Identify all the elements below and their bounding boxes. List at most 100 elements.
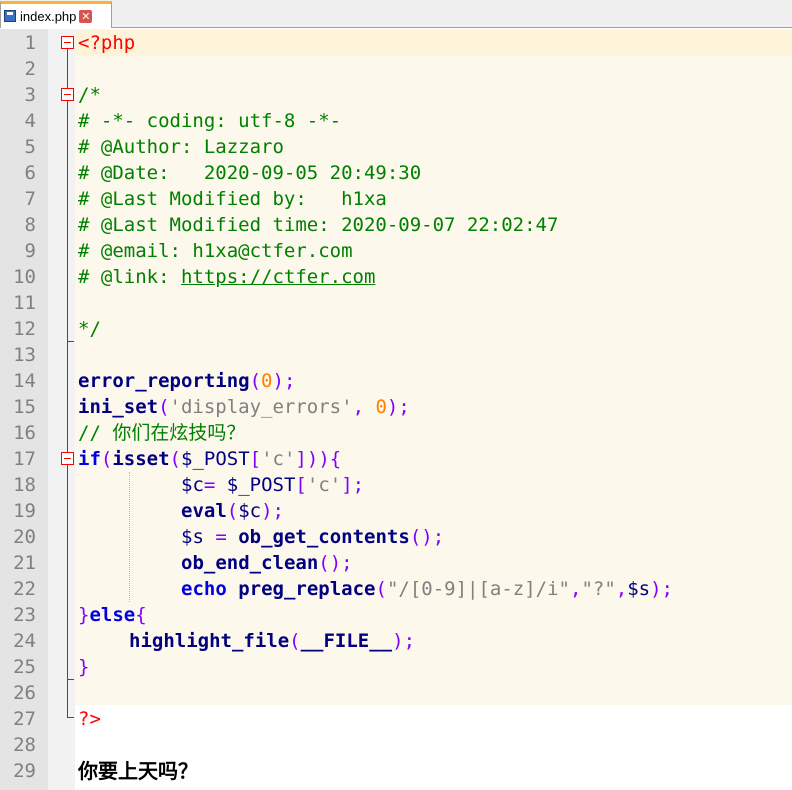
line-number: 5 (24, 136, 36, 158)
code-line: 12 */ (0, 316, 792, 342)
line-number: 8 (24, 214, 36, 236)
line-number: 17 (13, 448, 36, 470)
variable: $s (181, 526, 204, 548)
operator: = (203, 474, 227, 496)
code-line: 11 (0, 290, 792, 316)
paren: ); (272, 370, 296, 392)
line-number: 18 (13, 474, 36, 496)
comment-link[interactable]: https://ctfer.com (181, 266, 375, 288)
line-number: 6 (24, 162, 36, 184)
function-name: eval (181, 500, 227, 522)
comment-text: # @link: https://ctfer.com (78, 264, 375, 290)
code-statement: $c= $_POST['c']; (181, 472, 364, 498)
tab-bar: index.php ✕ (0, 0, 792, 28)
code-line: 4 # -*- coding: utf-8 -*- (0, 108, 792, 134)
variable: $c (181, 474, 204, 496)
function-name: error_reporting (78, 370, 250, 392)
code-line: 9 # @email: h1xa@ctfer.com (0, 238, 792, 264)
comma: , (352, 396, 376, 418)
line-number: 1 (24, 32, 36, 54)
line-number: 13 (13, 344, 36, 366)
code-line: 15 ini_set('display_errors', 0); (0, 394, 792, 420)
line-number: 24 (13, 630, 36, 652)
number-literal: 0 (261, 370, 273, 392)
close-icon[interactable]: ✕ (79, 9, 93, 23)
paren: ( (100, 448, 113, 470)
variable: $c (238, 500, 262, 522)
line-number: 15 (13, 396, 36, 418)
line-number: 7 (24, 188, 36, 210)
line-number: 4 (24, 110, 36, 132)
code-line: 8 # @Last Modified time: 2020-09-07 22:0… (0, 212, 792, 238)
string-literal: "?" (581, 578, 616, 600)
function-name: highlight_file (129, 630, 290, 652)
string-literal: "/[0-9]|[a-z]/i" (386, 578, 570, 600)
php-close-tag: ?> (78, 708, 101, 730)
bracket: [ (249, 448, 262, 470)
code-line: 21 ob_end_clean(); (0, 550, 792, 576)
paren: ( (226, 500, 239, 522)
save-icon (4, 10, 16, 22)
code-line: 19 eval($c); (0, 498, 792, 524)
paren: ( (375, 578, 387, 600)
paren: (); (409, 526, 445, 548)
bracket: ] (295, 448, 307, 470)
variable: $_POST (181, 448, 250, 470)
line-number: 3 (24, 84, 36, 106)
paren: ( (169, 448, 181, 470)
comment-text: # @Date: 2020-09-05 20:49:30 (78, 162, 422, 184)
line-number: 2 (24, 58, 36, 80)
comment-text: /* (78, 84, 101, 106)
tab-label: index.php (20, 8, 77, 24)
comma: , (615, 578, 628, 600)
comment-text: # @Last Modified time: 2020-09-07 22:02:… (78, 214, 559, 236)
line-number: 27 (13, 708, 36, 730)
string-literal: 'c' (261, 448, 296, 470)
code-line: 20 $s = ob_get_contents(); (0, 524, 792, 550)
code-line: 27 ?> (0, 706, 792, 732)
html-output-text: 你要上天吗？ (78, 759, 198, 783)
line-number: 21 (13, 552, 36, 574)
paren: ); (386, 396, 410, 418)
line-number: 16 (13, 422, 36, 444)
string-literal: 'display_errors' (169, 396, 353, 418)
code-line: 5 # @Author: Lazzaro (0, 134, 792, 160)
tab-index-php[interactable]: index.php ✕ (0, 1, 112, 28)
brace: { (135, 604, 147, 626)
variable: $_POST (226, 474, 296, 496)
code-line: 29 你要上天吗？ (0, 758, 792, 784)
function-name: ini_set (78, 396, 159, 418)
paren: ); (392, 630, 416, 652)
comment-text: */ (78, 318, 101, 340)
comma: , (569, 578, 582, 600)
line-number: 11 (13, 292, 36, 314)
code-line: 1 <?php (0, 30, 792, 56)
code-statement: ini_set('display_errors', 0); (78, 394, 410, 420)
function-name: ob_get_contents (238, 526, 410, 548)
keyword: else (89, 604, 136, 626)
paren: )){ (306, 448, 342, 470)
keyword: if (78, 448, 101, 470)
code-statement: ob_end_clean(); (181, 550, 353, 576)
paren: ( (249, 370, 262, 392)
code-line: 18 $c= $_POST['c']; (0, 472, 792, 498)
code-line: 6 # @Date: 2020-09-05 20:49:30 (0, 160, 792, 186)
brace: } (78, 656, 90, 678)
paren: ( (158, 396, 170, 418)
string-literal: 'c' (306, 474, 342, 496)
code-statement: if(isset($_POST['c'])){ (78, 446, 341, 472)
code-line: 23 }else{ (0, 602, 792, 628)
code-line: 10 # @link: https://ctfer.com (0, 264, 792, 290)
paren: ); (650, 578, 673, 600)
bracket: ]; (341, 474, 365, 496)
comment-prefix: # @link: (78, 266, 181, 288)
code-line: 25 } (0, 654, 792, 680)
constant: __FILE__ (300, 630, 393, 652)
code-statement: }else{ (78, 602, 147, 628)
php-open-tag: <?php (78, 32, 136, 54)
code-line: 3 /* (0, 82, 792, 108)
line-number: 20 (13, 526, 36, 548)
line-number: 14 (13, 370, 36, 392)
line-number: 23 (13, 604, 36, 626)
